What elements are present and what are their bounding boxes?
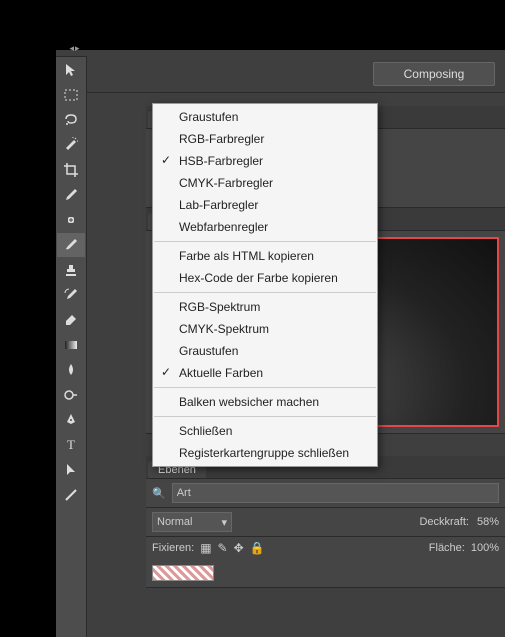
path-select-tool[interactable] xyxy=(57,458,85,482)
brush-tool[interactable] xyxy=(57,233,85,257)
svg-text:T: T xyxy=(67,437,75,452)
layers-panel: 🔍 Normal▾ Deckkraft: 58% Fixieren: ▦ ✎ ✥… xyxy=(146,479,505,588)
menu-item[interactable]: CMYK-Farbregler xyxy=(153,172,377,194)
menu-separator xyxy=(154,387,376,388)
blur-tool[interactable] xyxy=(57,358,85,382)
dodge-tool[interactable] xyxy=(57,383,85,407)
menu-item[interactable]: Registerkartengruppe schließen xyxy=(153,442,377,464)
top-bar: Composing xyxy=(56,50,505,93)
color-panel-flyout-menu[interactable]: GraustufenRGB-FarbreglerHSB-FarbreglerCM… xyxy=(152,103,378,467)
eyedropper-tool[interactable] xyxy=(57,183,85,207)
opacity-label: Deckkraft: xyxy=(419,516,469,528)
menu-item[interactable]: CMYK-Spektrum xyxy=(153,318,377,340)
menu-item[interactable]: Schließen xyxy=(153,420,377,442)
menu-separator xyxy=(154,292,376,293)
blend-mode-label: Normal xyxy=(157,516,192,528)
menu-item[interactable]: Graustufen xyxy=(153,340,377,362)
pen-tool[interactable] xyxy=(57,408,85,432)
lock-all-icon[interactable]: 🔒 xyxy=(250,541,265,555)
menu-item[interactable]: Farbe als HTML kopieren xyxy=(153,245,377,267)
stamp-tool[interactable] xyxy=(57,258,85,282)
toolbox: T xyxy=(56,56,87,637)
lock-icons: ▦ ✎ ✥ 🔒 xyxy=(200,541,264,555)
menu-item[interactable]: Hex-Code der Farbe kopieren xyxy=(153,267,377,289)
eraser-tool[interactable] xyxy=(57,308,85,332)
fill-label: Fläche: xyxy=(429,542,465,554)
blend-mode-select[interactable]: Normal▾ xyxy=(152,512,232,532)
gradient-tool[interactable] xyxy=(57,333,85,357)
menu-item[interactable]: HSB-Farbregler xyxy=(153,150,377,172)
menu-item[interactable]: Webfarbenregler xyxy=(153,216,377,238)
workspace-tab[interactable]: Composing xyxy=(373,62,495,86)
search-icon: 🔍 xyxy=(152,487,166,500)
collapse-arrows-icon[interactable]: ◂▸ xyxy=(60,43,90,55)
type-tool[interactable]: T xyxy=(57,433,85,457)
magic-wand-tool[interactable] xyxy=(57,133,85,157)
menu-item[interactable]: Graustufen xyxy=(153,106,377,128)
menu-separator xyxy=(154,241,376,242)
menu-item[interactable]: RGB-Spektrum xyxy=(153,296,377,318)
lock-label: Fixieren: xyxy=(152,542,194,554)
layer-type-search[interactable] xyxy=(172,483,499,503)
menu-item[interactable]: Balken websicher machen xyxy=(153,391,377,413)
lock-transparency-icon[interactable]: ▦ xyxy=(200,541,211,555)
marquee-tool[interactable] xyxy=(57,83,85,107)
menu-item[interactable]: Aktuelle Farben xyxy=(153,362,377,384)
move-tool[interactable] xyxy=(57,58,85,82)
fill-value[interactable]: 100% xyxy=(471,542,499,554)
menu-separator xyxy=(154,416,376,417)
history-brush-tool[interactable] xyxy=(57,283,85,307)
crop-tool[interactable] xyxy=(57,158,85,182)
menu-item[interactable]: RGB-Farbregler xyxy=(153,128,377,150)
menu-item[interactable]: Lab-Farbregler xyxy=(153,194,377,216)
lock-position-icon[interactable]: ✥ xyxy=(234,541,244,555)
healing-brush-tool[interactable] xyxy=(57,208,85,232)
opacity-value[interactable]: 58% xyxy=(477,516,499,528)
line-tool[interactable] xyxy=(57,483,85,507)
lasso-tool[interactable] xyxy=(57,108,85,132)
lock-pixels-icon[interactable]: ✎ xyxy=(218,541,228,555)
layer-thumbnail[interactable] xyxy=(152,565,214,581)
